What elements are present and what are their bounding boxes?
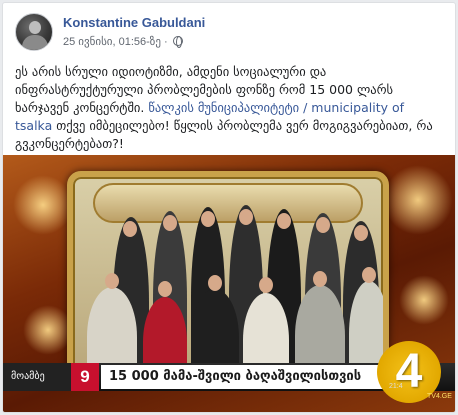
face-shape bbox=[354, 225, 368, 241]
sparkle-decoration bbox=[399, 275, 449, 325]
face-shape bbox=[239, 209, 253, 225]
post-timestamp[interactable]: 25 ივნისი, 01:56-ზე bbox=[63, 36, 161, 48]
author-name[interactable]: Konstantine Gabuldani bbox=[63, 15, 205, 30]
channel-logo-subtitle: TV4.GE bbox=[427, 393, 452, 400]
sparkle-decoration bbox=[23, 305, 73, 355]
video-timecode: 21:4 bbox=[389, 383, 403, 390]
face-shape bbox=[362, 267, 376, 283]
video-player[interactable]: მოამბე 9 15 000 მამა-შვილი ბაღაშვილისთვი… bbox=[3, 155, 455, 412]
face-shape bbox=[316, 217, 330, 233]
face-shape bbox=[163, 215, 177, 231]
face-shape bbox=[123, 221, 137, 237]
face-shape bbox=[208, 275, 222, 291]
video-photo-frame bbox=[67, 171, 389, 381]
avatar-head-shape bbox=[29, 21, 41, 34]
post-header: Konstantine Gabuldani 25 ივნისი, 01:56-ზ… bbox=[15, 13, 445, 53]
post-text-after-link: თქვე იმბეცილებო! წყლის პრობლემა ვერ მოგი… bbox=[15, 118, 433, 151]
facebook-post: Konstantine Gabuldani 25 ივნისი, 01:56-ზ… bbox=[2, 2, 456, 413]
sparkle-decoration bbox=[13, 175, 73, 235]
post-body: ეს არის სრული იდიოტიზმი, ამდენი სოციალურ… bbox=[15, 63, 445, 153]
face-shape bbox=[313, 271, 327, 287]
avatar-shoulders-shape bbox=[22, 35, 48, 50]
meta-separator: · bbox=[160, 36, 171, 48]
ticker-program-label: მოამბე bbox=[3, 363, 73, 391]
face-shape bbox=[201, 211, 215, 227]
face-shape bbox=[277, 213, 291, 229]
post-meta: 25 ივნისი, 01:56-ზე · bbox=[63, 35, 183, 48]
face-shape bbox=[158, 281, 172, 297]
globe-icon[interactable] bbox=[172, 36, 183, 48]
avatar[interactable] bbox=[15, 13, 53, 51]
face-shape bbox=[105, 273, 119, 289]
sparkle-decoration bbox=[383, 165, 453, 235]
ticker-number: 9 bbox=[71, 363, 99, 391]
face-shape bbox=[259, 277, 273, 293]
ticker-headline: 15 000 მამა-შვილი ბაღაშვილისთვის bbox=[101, 365, 389, 389]
